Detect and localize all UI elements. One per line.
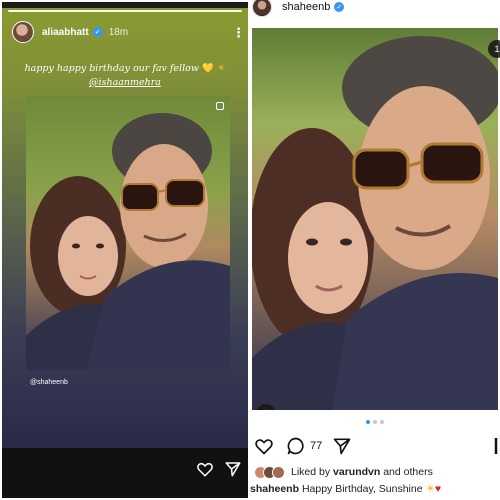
verified-badge-icon: ✓ <box>92 27 103 37</box>
yellow-heart-icon: 💛 <box>202 63 214 74</box>
story-header: aliaabhatt ✓ 18m ⋮ <box>12 20 245 44</box>
selfie-photo-image <box>252 28 498 410</box>
likes-summary[interactable]: Liked by varundvn and others <box>254 464 500 480</box>
liker-avatars <box>254 465 285 479</box>
story-shared-photo[interactable] <box>26 96 230 370</box>
story-avatar[interactable] <box>12 21 34 43</box>
verified-badge-icon: ✓ <box>334 2 345 12</box>
likes-text: Liked by varundvn and others <box>291 466 433 478</box>
carousel-dot <box>373 420 377 424</box>
story-caption: happy happy birthday our fav fellow 💛 ☀ … <box>2 62 248 90</box>
likes-prefix: Liked by <box>291 466 331 478</box>
carousel-dot <box>380 420 384 424</box>
comment-count: 77 <box>310 440 323 452</box>
story-timestamp: 18m <box>108 26 129 38</box>
send-icon[interactable] <box>224 460 242 478</box>
story-caption-text: happy happy birthday our fav fellow <box>24 63 199 74</box>
caption-text: Happy Birthday, Sunshine <box>301 483 423 495</box>
caption-username[interactable]: shaheenb <box>250 483 299 495</box>
story-viewer: aliaabhatt ✓ 18m ⋮ happy happy birthday … <box>2 2 248 498</box>
story-photo-credit[interactable]: @shaheenb <box>30 379 68 386</box>
carousel-counter: 1 <box>488 40 500 58</box>
story-mention-link[interactable]: @ishaanmehra <box>89 77 161 88</box>
post-header: shaheenb ✓ <box>250 0 500 22</box>
story-username[interactable]: aliaabhatt <box>42 27 89 38</box>
selfie-photo-image <box>26 96 230 370</box>
story-footer <box>2 448 248 498</box>
carousel-dot <box>366 420 370 424</box>
post-avatar[interactable] <box>252 0 272 17</box>
liker-username[interactable]: varundvn <box>333 466 380 478</box>
share-send-icon[interactable] <box>332 436 352 456</box>
more-options-icon[interactable]: ⋮ <box>232 26 245 39</box>
story-progress-bar <box>8 10 242 12</box>
liker-avatar <box>272 465 285 479</box>
comment-icon[interactable] <box>286 436 306 456</box>
post-action-bar: 77 <box>250 434 500 458</box>
sun-icon: ☀ <box>216 63 226 74</box>
post-photo[interactable] <box>252 28 498 410</box>
heart-icon[interactable] <box>196 460 214 478</box>
post-username[interactable]: shaheenb <box>282 1 330 13</box>
sun-icon: ☀ <box>425 483 435 495</box>
sticker-icon <box>216 102 224 110</box>
likes-suffix: and others <box>383 466 433 478</box>
bookmark-icon[interactable] <box>494 436 500 456</box>
post-caption: shaheenb Happy Birthday, Sunshine ☀♥ <box>250 483 500 499</box>
feed-post: shaheenb ✓ 1 77 Liked by varundvn and ot… <box>250 0 500 500</box>
like-heart-icon[interactable] <box>254 436 274 456</box>
carousel-dots <box>250 420 500 424</box>
person-icon <box>265 409 267 410</box>
red-heart-icon: ♥ <box>434 483 442 495</box>
